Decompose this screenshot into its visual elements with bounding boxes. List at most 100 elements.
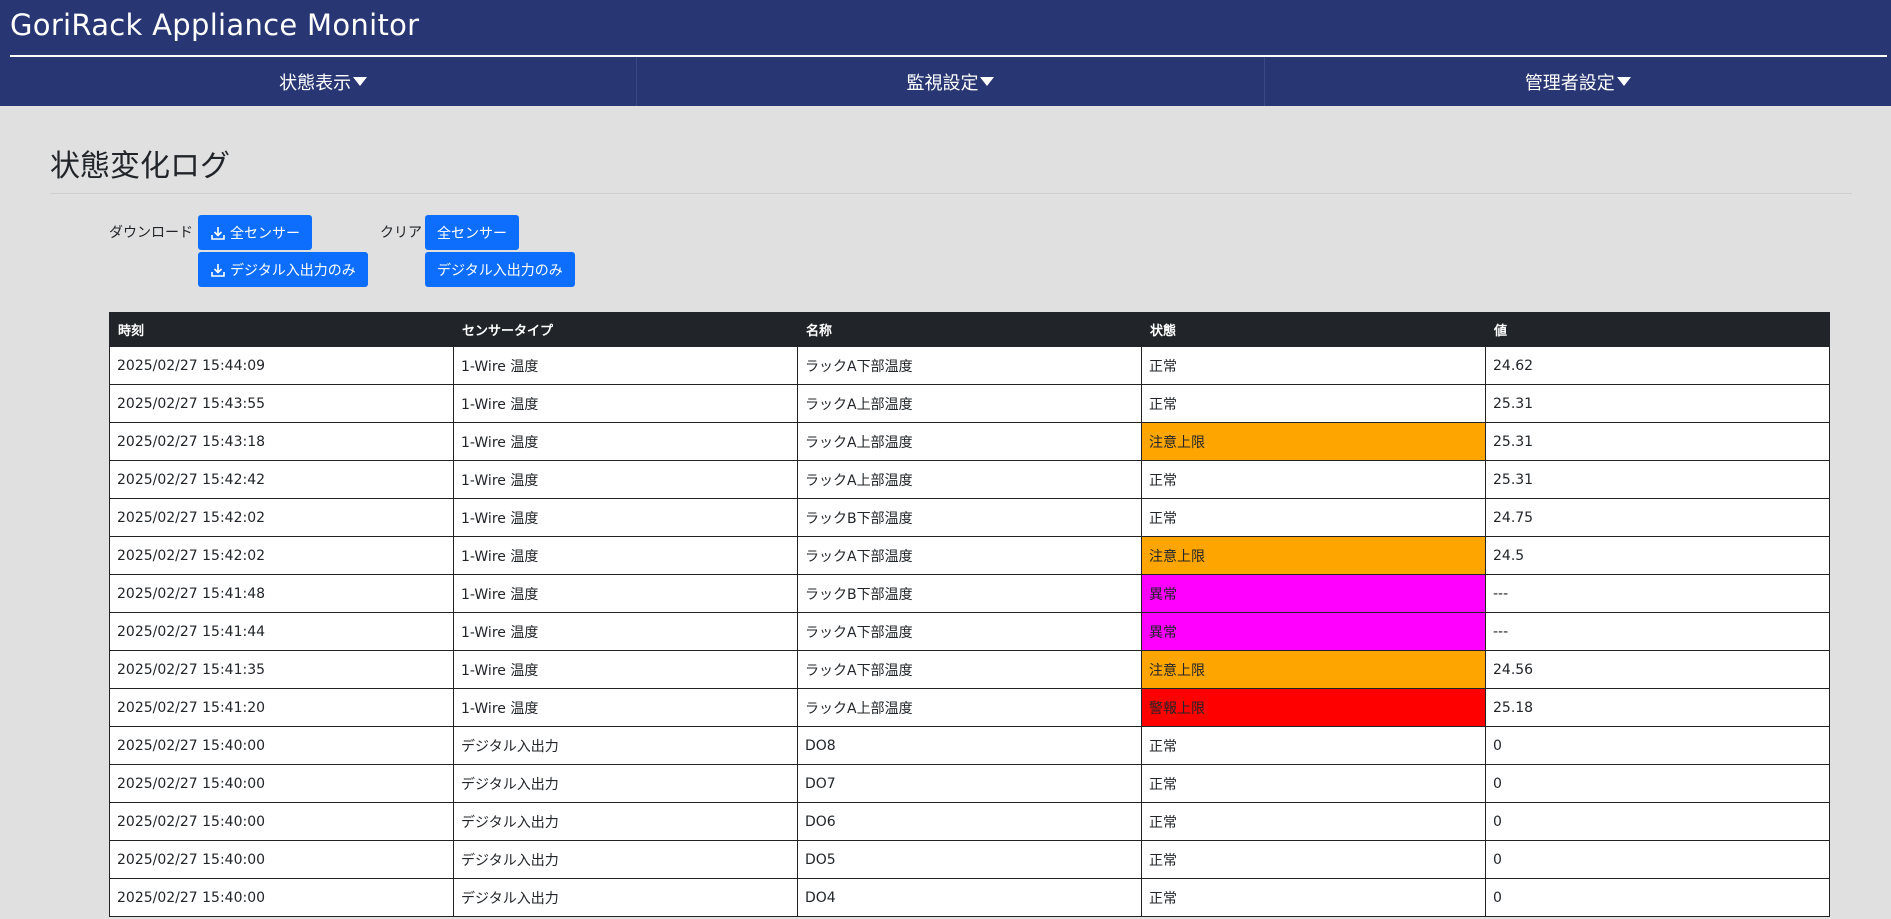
cell-name: ラックA上部温度 <box>797 460 1142 499</box>
nav-status-display[interactable]: 状態表示 <box>10 57 638 106</box>
cell-value: 24.62 <box>1485 346 1830 385</box>
cell-value: --- <box>1485 574 1830 613</box>
cell-status: 正常 <box>1141 802 1486 841</box>
column-header-value: 値 <box>1485 312 1830 347</box>
nav-admin-settings-label: 管理者設定 <box>1524 72 1615 94</box>
nav-status-display-label: 状態表示 <box>279 72 352 94</box>
table-row: 2025/02/27 15:40:00 デジタル入出力 DO4 正常 0 <box>109 878 1830 917</box>
cell-sensor-type: 1-Wire 温度 <box>453 498 798 537</box>
cell-time: 2025/02/27 15:42:02 <box>109 498 454 537</box>
cell-value: 0 <box>1485 878 1830 917</box>
cell-time: 2025/02/27 15:41:20 <box>109 688 454 727</box>
column-header-time: 時刻 <box>109 312 454 347</box>
cell-value: 0 <box>1485 726 1830 765</box>
cell-value: 24.56 <box>1485 650 1830 689</box>
column-header-name: 名称 <box>797 312 1142 347</box>
title-divider-line <box>50 193 1852 194</box>
cell-value: 0 <box>1485 840 1830 879</box>
cell-time: 2025/02/27 15:40:00 <box>109 878 454 917</box>
clear-all-sensors-label: 全センサー <box>437 225 507 242</box>
page-title: 状態変化ログ <box>50 149 230 184</box>
table-row: 2025/02/27 15:41:48 1-Wire 温度 ラックB下部温度 異常 --… <box>109 574 1830 613</box>
cell-status: 正常 <box>1141 498 1486 537</box>
cell-time: 2025/02/27 15:42:02 <box>109 536 454 575</box>
cell-time: 2025/02/27 15:41:48 <box>109 574 454 613</box>
cell-time: 2025/02/27 15:40:00 <box>109 802 454 841</box>
cell-name: ラックB下部温度 <box>797 498 1142 537</box>
nav-monitoring-settings[interactable]: 監視設定 <box>637 57 1265 106</box>
clear-all-sensors-button[interactable]: 全センサー <box>425 215 519 250</box>
cell-status: 正常 <box>1141 878 1486 917</box>
cell-time: 2025/02/27 15:43:18 <box>109 422 454 461</box>
cell-name: ラックA上部温度 <box>797 384 1142 423</box>
download-digital-only-label: デジタル入出力のみ <box>230 262 356 279</box>
app-title: GoriRack Appliance Monitor <box>10 8 420 42</box>
cell-value: 25.31 <box>1485 384 1830 423</box>
cell-time: 2025/02/27 15:40:00 <box>109 764 454 803</box>
cell-status: 正常 <box>1141 840 1486 879</box>
caret-down-icon <box>980 77 995 86</box>
download-icon <box>211 226 225 240</box>
cell-status: 警報上限 <box>1141 688 1486 727</box>
cell-value: 0 <box>1485 764 1830 803</box>
cell-value: 24.5 <box>1485 536 1830 575</box>
cell-sensor-type: 1-Wire 温度 <box>453 422 798 461</box>
cell-sensor-type: 1-Wire 温度 <box>453 346 798 385</box>
main-nav: 状態表示 監視設定 管理者設定 <box>10 57 1891 106</box>
cell-time: 2025/02/27 15:42:42 <box>109 460 454 499</box>
table-row: 2025/02/27 15:40:00 デジタル入出力 DO6 正常 0 <box>109 802 1830 841</box>
cell-sensor-type: 1-Wire 温度 <box>453 612 798 651</box>
cell-value: 25.18 <box>1485 688 1830 727</box>
cell-value: 24.75 <box>1485 498 1830 537</box>
table-row: 2025/02/27 15:42:42 1-Wire 温度 ラックA上部温度 正常 25… <box>109 460 1830 499</box>
table-row: 2025/02/27 15:40:00 デジタル入出力 DO8 正常 0 <box>109 726 1830 765</box>
download-label: ダウンロード <box>109 225 193 241</box>
download-digital-only-button[interactable]: デジタル入出力のみ <box>198 252 368 287</box>
cell-status: 正常 <box>1141 764 1486 803</box>
clear-label: クリア <box>380 225 422 241</box>
cell-sensor-type: デジタル入出力 <box>453 764 798 803</box>
table-body: 2025/02/27 15:44:09 1-Wire 温度 ラックA下部温度 正常 24… <box>109 346 1830 917</box>
cell-name: ラックA下部温度 <box>797 650 1142 689</box>
table-row: 2025/02/27 15:41:20 1-Wire 温度 ラックA上部温度 警報上限… <box>109 688 1830 727</box>
table-row: 2025/02/27 15:41:35 1-Wire 温度 ラックA下部温度 注意上限… <box>109 650 1830 689</box>
nav-admin-settings[interactable]: 管理者設定 <box>1265 57 1891 106</box>
cell-name: ラックA下部温度 <box>797 612 1142 651</box>
table-row: 2025/02/27 15:42:02 1-Wire 温度 ラックB下部温度 正常 24… <box>109 498 1830 537</box>
cell-sensor-type: デジタル入出力 <box>453 726 798 765</box>
cell-status: 注意上限 <box>1141 422 1486 461</box>
cell-name: ラックA上部温度 <box>797 422 1142 461</box>
cell-status: 異常 <box>1141 612 1486 651</box>
table-row: 2025/02/27 15:40:00 デジタル入出力 DO7 正常 0 <box>109 764 1830 803</box>
table-row: 2025/02/27 15:41:44 1-Wire 温度 ラックA下部温度 異常 --… <box>109 612 1830 651</box>
cell-status: 正常 <box>1141 346 1486 385</box>
table-row: 2025/02/27 15:42:02 1-Wire 温度 ラックA下部温度 注意上限… <box>109 536 1830 575</box>
cell-sensor-type: デジタル入出力 <box>453 878 798 917</box>
cell-time: 2025/02/27 15:44:09 <box>109 346 454 385</box>
cell-name: DO8 <box>797 726 1142 765</box>
table-row: 2025/02/27 15:40:00 デジタル入出力 DO5 正常 0 <box>109 840 1830 879</box>
table-row: 2025/02/27 15:43:55 1-Wire 温度 ラックA上部温度 正常 25… <box>109 384 1830 423</box>
cell-name: DO5 <box>797 840 1142 879</box>
nav-monitoring-settings-label: 監視設定 <box>906 72 979 94</box>
status-log-table: 時刻 センサータイプ 名称 状態 値 2025/02/27 15:44:09 1-… <box>109 312 1830 917</box>
cell-name: DO7 <box>797 764 1142 803</box>
download-all-sensors-button[interactable]: 全センサー <box>198 215 312 250</box>
cell-name: ラックB下部温度 <box>797 574 1142 613</box>
cell-time: 2025/02/27 15:43:55 <box>109 384 454 423</box>
download-icon <box>211 263 225 277</box>
main-content: 状態変化ログ <box>0 106 1891 194</box>
table-row: 2025/02/27 15:43:18 1-Wire 温度 ラックA上部温度 注意上限… <box>109 422 1830 461</box>
column-header-status: 状態 <box>1141 312 1486 347</box>
cell-status: 注意上限 <box>1141 650 1486 689</box>
cell-status: 注意上限 <box>1141 536 1486 575</box>
cell-sensor-type: 1-Wire 温度 <box>453 574 798 613</box>
cell-name: DO6 <box>797 802 1142 841</box>
app-header: GoriRack Appliance Monitor 状態表示 監視設定 管理者… <box>0 0 1891 106</box>
cell-time: 2025/02/27 15:41:35 <box>109 650 454 689</box>
cell-sensor-type: 1-Wire 温度 <box>453 650 798 689</box>
clear-digital-only-button[interactable]: デジタル入出力のみ <box>425 252 575 287</box>
clear-digital-only-label: デジタル入出力のみ <box>437 262 563 279</box>
column-header-sensor-type: センサータイプ <box>453 312 798 347</box>
table-row: 2025/02/27 15:44:09 1-Wire 温度 ラックA下部温度 正常 24… <box>109 346 1830 385</box>
